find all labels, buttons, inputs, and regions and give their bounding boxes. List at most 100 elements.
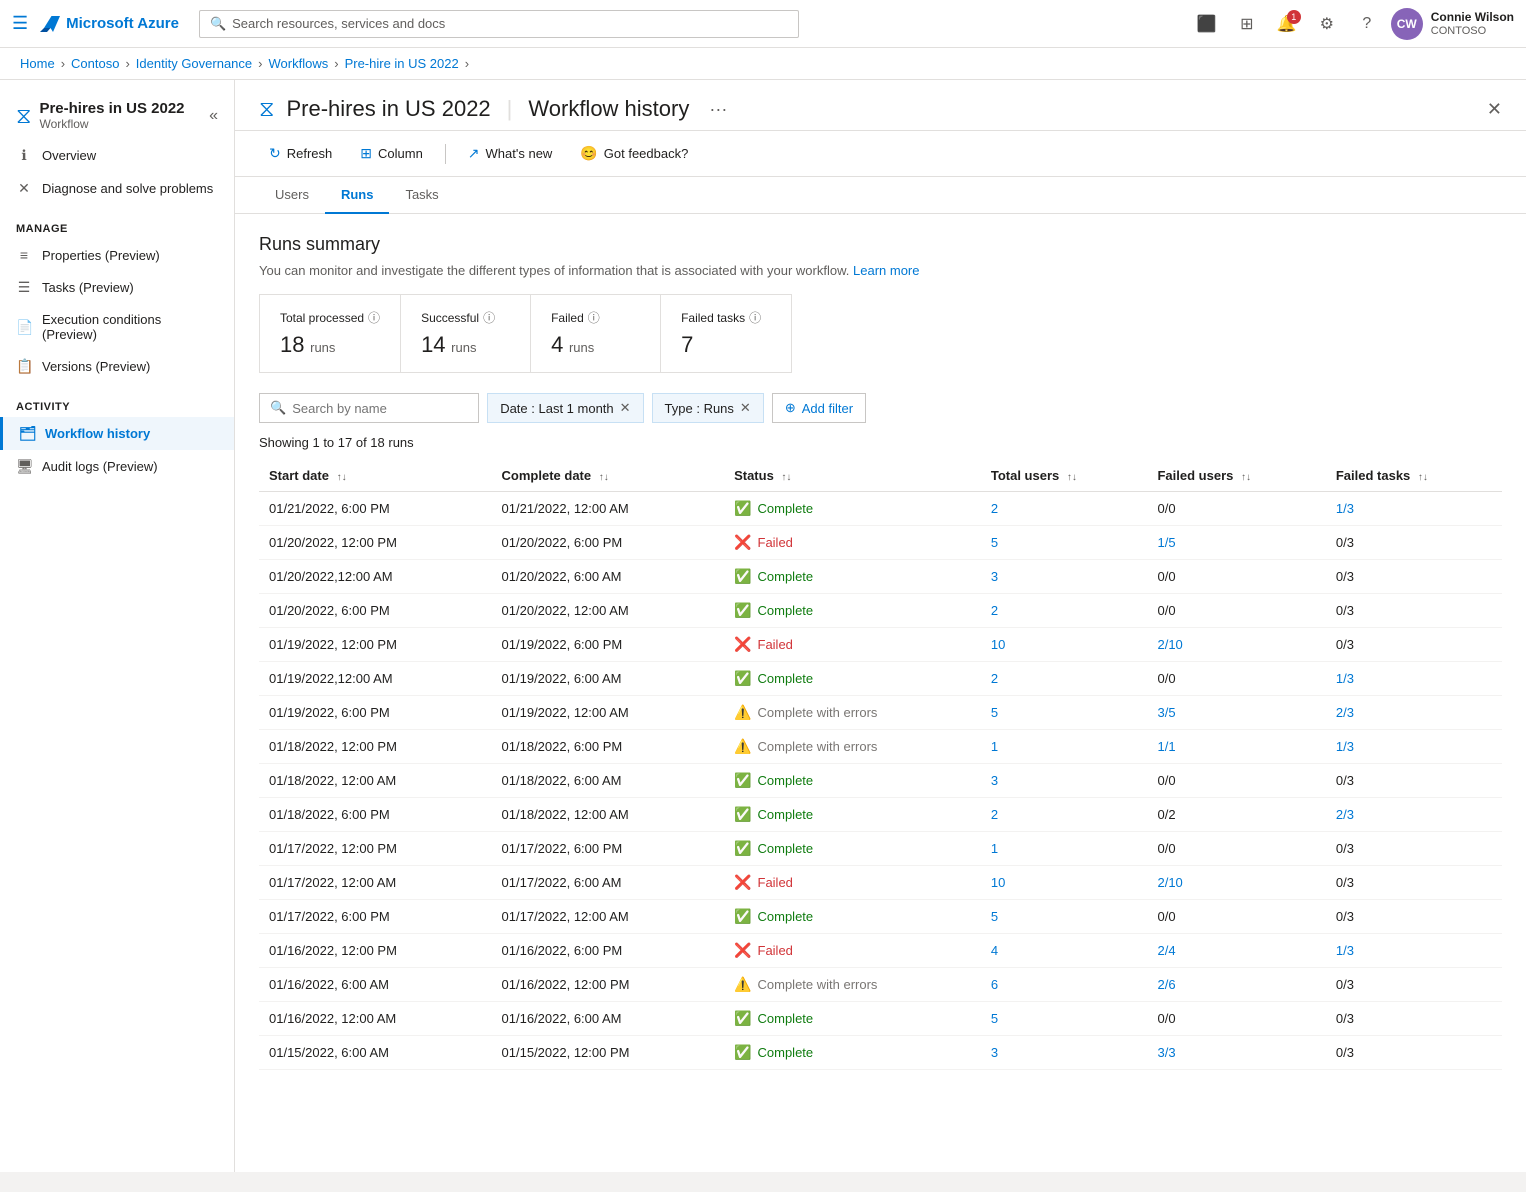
sort-total-users[interactable]: ↑↓	[1067, 472, 1077, 483]
successful-info-icon[interactable]: ⓘ	[483, 309, 495, 326]
total-users-link[interactable]: 2	[991, 807, 998, 822]
cell-failed-tasks[interactable]: 1/3	[1326, 934, 1502, 968]
cell-failed-tasks[interactable]: 1/3	[1326, 662, 1502, 696]
whats-new-button[interactable]: ↗ What's new	[458, 139, 563, 168]
table-row[interactable]: 01/17/2022, 12:00 AM 01/17/2022, 6:00 AM…	[259, 866, 1502, 900]
feedback-button[interactable]: 😊 Got feedback?	[570, 139, 698, 168]
search-input[interactable]	[292, 401, 468, 416]
table-row[interactable]: 01/21/2022, 6:00 PM 01/21/2022, 12:00 AM…	[259, 492, 1502, 526]
total-users-link[interactable]: 5	[991, 909, 998, 924]
total-users-link[interactable]: 1	[991, 841, 998, 856]
table-row[interactable]: 01/19/2022, 6:00 PM 01/19/2022, 12:00 AM…	[259, 696, 1502, 730]
failed-tasks-link[interactable]: 1/3	[1336, 739, 1354, 754]
sidebar-item-diagnose[interactable]: ✕ Diagnose and solve problems	[0, 172, 234, 205]
table-row[interactable]: 01/18/2022, 12:00 PM 01/18/2022, 6:00 PM…	[259, 730, 1502, 764]
failed-info-icon[interactable]: ⓘ	[588, 309, 600, 326]
failed-users-link[interactable]: 3/3	[1157, 1045, 1175, 1060]
cell-failed-users[interactable]: 1/1	[1147, 730, 1325, 764]
breadcrumb-home[interactable]: Home	[20, 56, 55, 71]
cell-total-users[interactable]: 2	[981, 662, 1148, 696]
cell-failed-users[interactable]: 3/5	[1147, 696, 1325, 730]
settings-icon[interactable]: ⚙	[1311, 8, 1343, 40]
sort-failed-users[interactable]: ↑↓	[1241, 472, 1251, 483]
cell-total-users[interactable]: 5	[981, 526, 1148, 560]
cell-total-users[interactable]: 5	[981, 900, 1148, 934]
total-users-link[interactable]: 2	[991, 603, 998, 618]
cell-failed-tasks[interactable]: 1/3	[1326, 730, 1502, 764]
breadcrumb-workflows[interactable]: Workflows	[269, 56, 329, 71]
cell-total-users[interactable]: 2	[981, 492, 1148, 526]
cell-total-users[interactable]: 3	[981, 1036, 1148, 1070]
cell-failed-tasks[interactable]: 1/3	[1326, 492, 1502, 526]
tab-runs[interactable]: Runs	[325, 177, 390, 214]
sidebar-item-overview[interactable]: ℹ Overview	[0, 139, 234, 172]
total-users-link[interactable]: 5	[991, 535, 998, 550]
failed-users-link[interactable]: 2/10	[1157, 637, 1182, 652]
date-filter-tag[interactable]: Date : Last 1 month ✕	[487, 393, 643, 423]
total-users-link[interactable]: 3	[991, 1045, 998, 1060]
table-row[interactable]: 01/19/2022, 12:00 PM 01/19/2022, 6:00 PM…	[259, 628, 1502, 662]
total-users-link[interactable]: 3	[991, 569, 998, 584]
search-input-container[interactable]: 🔍	[259, 393, 479, 423]
cell-failed-users[interactable]: 3/3	[1147, 1036, 1325, 1070]
total-users-link[interactable]: 10	[991, 875, 1005, 890]
total-users-link[interactable]: 10	[991, 637, 1005, 652]
sidebar-collapse-btn[interactable]: «	[209, 107, 218, 125]
total-info-icon[interactable]: ⓘ	[368, 309, 380, 326]
failed-tasks-link[interactable]: 1/3	[1336, 671, 1354, 686]
help-icon[interactable]: ?	[1351, 8, 1383, 40]
tab-users[interactable]: Users	[259, 177, 325, 214]
table-row[interactable]: 01/15/2022, 6:00 AM 01/15/2022, 12:00 PM…	[259, 1036, 1502, 1070]
sidebar-item-versions[interactable]: 📋 Versions (Preview)	[0, 350, 234, 383]
total-users-link[interactable]: 2	[991, 501, 998, 516]
sidebar-item-audit-logs[interactable]: 🖥 Audit logs (Preview)	[0, 450, 234, 483]
table-row[interactable]: 01/20/2022, 12:00 PM 01/20/2022, 6:00 PM…	[259, 526, 1502, 560]
cell-total-users[interactable]: 5	[981, 696, 1148, 730]
column-button[interactable]: ⊞ Column	[350, 139, 433, 168]
table-row[interactable]: 01/17/2022, 6:00 PM 01/17/2022, 12:00 AM…	[259, 900, 1502, 934]
table-row[interactable]: 01/17/2022, 12:00 PM 01/17/2022, 6:00 PM…	[259, 832, 1502, 866]
table-row[interactable]: 01/20/2022,12:00 AM 01/20/2022, 6:00 AM …	[259, 560, 1502, 594]
learn-more-link[interactable]: Learn more	[853, 263, 919, 278]
cell-failed-users[interactable]: 2/4	[1147, 934, 1325, 968]
table-row[interactable]: 01/20/2022, 6:00 PM 01/20/2022, 12:00 AM…	[259, 594, 1502, 628]
failed-users-link[interactable]: 1/1	[1157, 739, 1175, 754]
table-row[interactable]: 01/16/2022, 6:00 AM 01/16/2022, 12:00 PM…	[259, 968, 1502, 1002]
refresh-button[interactable]: ↻ Refresh	[259, 139, 342, 168]
table-row[interactable]: 01/18/2022, 12:00 AM 01/18/2022, 6:00 AM…	[259, 764, 1502, 798]
failed-users-link[interactable]: 1/5	[1157, 535, 1175, 550]
cell-total-users[interactable]: 5	[981, 1002, 1148, 1036]
total-users-link[interactable]: 4	[991, 943, 998, 958]
total-users-link[interactable]: 2	[991, 671, 998, 686]
cloud-shell-icon[interactable]: ⬛	[1191, 8, 1223, 40]
cell-failed-tasks[interactable]: 2/3	[1326, 696, 1502, 730]
cell-failed-users[interactable]: 1/5	[1147, 526, 1325, 560]
sort-complete-date[interactable]: ↑↓	[599, 472, 609, 483]
user-info[interactable]: CW Connie Wilson CONTOSO	[1391, 8, 1514, 40]
cell-total-users[interactable]: 2	[981, 594, 1148, 628]
breadcrumb-pre-hire[interactable]: Pre-hire in US 2022	[345, 56, 459, 71]
sort-failed-tasks[interactable]: ↑↓	[1418, 472, 1428, 483]
failed-users-link[interactable]: 2/6	[1157, 977, 1175, 992]
failed-tasks-link[interactable]: 1/3	[1336, 943, 1354, 958]
type-filter-tag[interactable]: Type : Runs ✕	[652, 393, 764, 423]
date-filter-close[interactable]: ✕	[620, 400, 631, 416]
total-users-link[interactable]: 1	[991, 739, 998, 754]
cell-failed-users[interactable]: 2/10	[1147, 866, 1325, 900]
cell-failed-tasks[interactable]: 2/3	[1326, 798, 1502, 832]
failed-tasks-info-icon[interactable]: ⓘ	[749, 309, 761, 326]
sidebar-item-workflow-history[interactable]: 🗂 Workflow history	[0, 417, 234, 450]
cell-total-users[interactable]: 2	[981, 798, 1148, 832]
table-row[interactable]: 01/18/2022, 6:00 PM 01/18/2022, 12:00 AM…	[259, 798, 1502, 832]
failed-tasks-link[interactable]: 2/3	[1336, 705, 1354, 720]
table-row[interactable]: 01/19/2022,12:00 AM 01/19/2022, 6:00 AM …	[259, 662, 1502, 696]
cell-total-users[interactable]: 1	[981, 730, 1148, 764]
failed-users-link[interactable]: 3/5	[1157, 705, 1175, 720]
cell-total-users[interactable]: 4	[981, 934, 1148, 968]
tab-tasks[interactable]: Tasks	[389, 177, 454, 214]
breadcrumb-identity-governance[interactable]: Identity Governance	[136, 56, 252, 71]
sidebar-item-execution[interactable]: 📄 Execution conditions (Preview)	[0, 304, 234, 350]
cell-total-users[interactable]: 1	[981, 832, 1148, 866]
total-users-link[interactable]: 5	[991, 705, 998, 720]
cell-total-users[interactable]: 3	[981, 560, 1148, 594]
